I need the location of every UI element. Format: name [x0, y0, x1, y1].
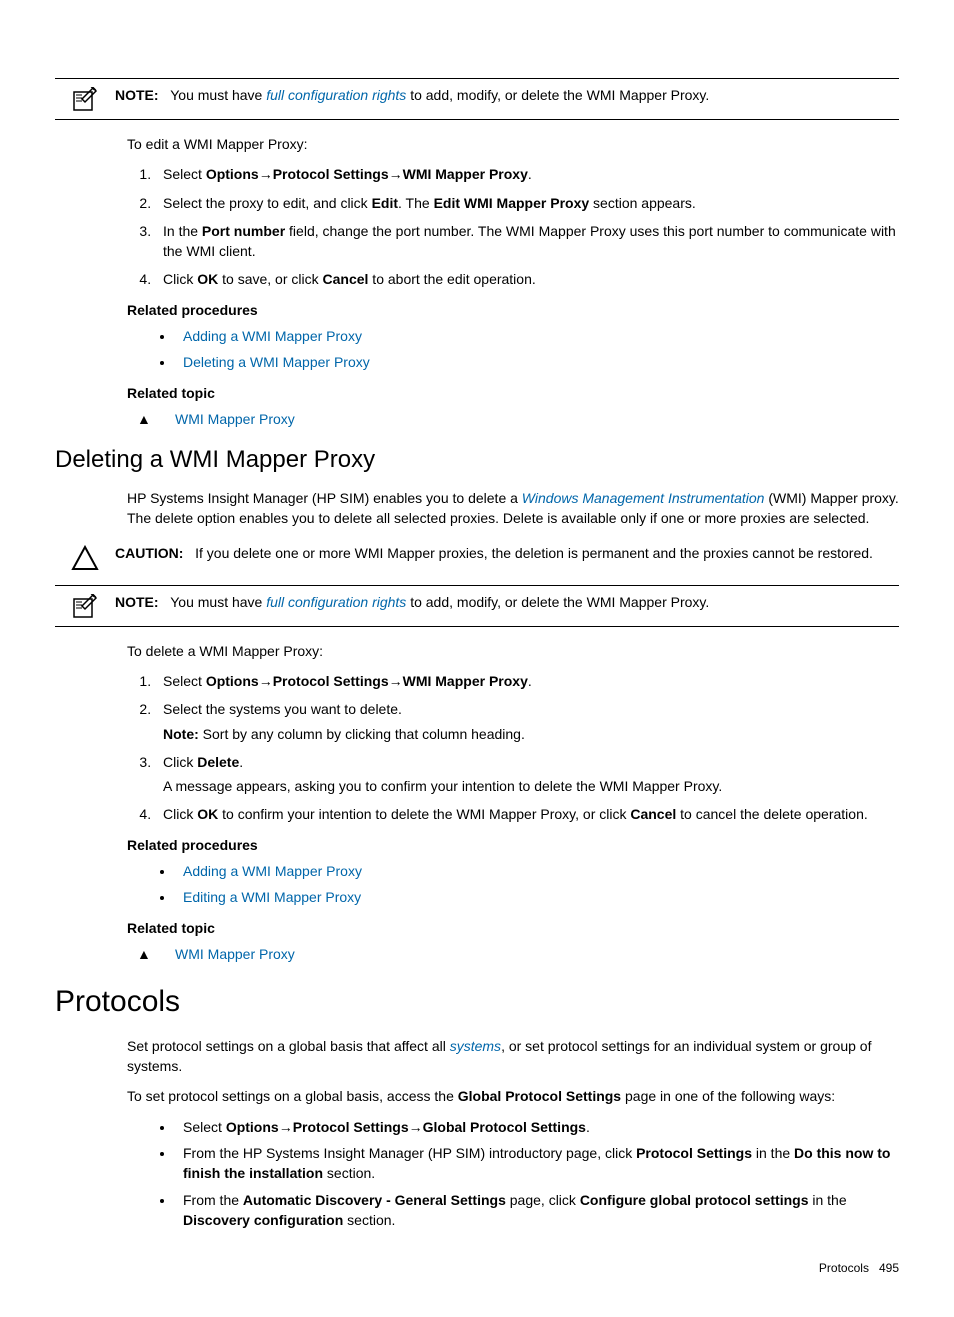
note-text-post: to add, modify, or delete the WMI Mapper… [406, 594, 709, 610]
caution-icon [55, 543, 115, 571]
list-item: Editing a WMI Mapper Proxy [175, 887, 899, 907]
related-topic-list: ▲WMI Mapper Proxy [127, 944, 899, 964]
link-adding-wmi[interactable]: Adding a WMI Mapper Proxy [183, 863, 362, 879]
footer-label: Protocols [819, 1261, 869, 1275]
related-topic-heading: Related topic [127, 383, 899, 403]
caution-block: CAUTION: If you delete one or more WMI M… [55, 543, 899, 571]
heading-protocols: Protocols [55, 980, 899, 1024]
list-item: Adding a WMI Mapper Proxy [175, 861, 899, 881]
list-item: Select Options→Protocol Settings→WMI Map… [155, 671, 899, 691]
delete-confirm-msg: A message appears, asking you to confirm… [163, 776, 899, 796]
related-topic-list: ▲WMI Mapper Proxy [127, 409, 899, 429]
list-item: From the HP Systems Insight Manager (HP … [175, 1143, 899, 1184]
related-procedures-heading: Related procedures [127, 835, 899, 855]
related-procedures-list: Adding a WMI Mapper Proxy Deleting a WMI… [127, 326, 899, 373]
link-systems[interactable]: systems [450, 1038, 501, 1054]
delete-intro-para: HP Systems Insight Manager (HP SIM) enab… [127, 488, 899, 529]
link-editing-wmi[interactable]: Editing a WMI Mapper Proxy [183, 889, 361, 905]
inline-note-label: Note: [163, 726, 199, 742]
list-item: Click Delete. A message appears, asking … [155, 752, 899, 797]
page-footer: Protocols 495 [55, 1260, 899, 1277]
note-icon [55, 85, 115, 113]
delete-intro2: To delete a WMI Mapper Proxy: [127, 641, 899, 661]
note-text-post: to add, modify, or delete the WMI Mapper… [406, 87, 709, 103]
list-item: Select Options→Protocol Settings→Global … [175, 1117, 899, 1137]
caution-text: If you delete one or more WMI Mapper pro… [195, 545, 873, 561]
list-item: Deleting a WMI Mapper Proxy [175, 352, 899, 372]
edit-intro: To edit a WMI Mapper Proxy: [127, 134, 899, 154]
list-item: Select the systems you want to delete. N… [155, 699, 899, 744]
note-text-pre: You must have [170, 87, 266, 103]
note-label: NOTE: [115, 594, 159, 610]
caution-label: CAUTION: [115, 545, 183, 561]
link-wmi-mapper-proxy[interactable]: WMI Mapper Proxy [175, 944, 295, 964]
note-icon [55, 592, 115, 620]
link-wmi-mapper-proxy[interactable]: WMI Mapper Proxy [175, 409, 295, 429]
note-block: NOTE: You must have full configuration r… [55, 78, 899, 120]
protocols-bullet-list: Select Options→Protocol Settings→Global … [127, 1117, 899, 1230]
list-item: Adding a WMI Mapper Proxy [175, 326, 899, 346]
list-item: ▲WMI Mapper Proxy [127, 944, 899, 964]
list-item: Click OK to save, or click Cancel to abo… [155, 269, 899, 289]
related-procedures-heading: Related procedures [127, 300, 899, 320]
list-item: Click OK to confirm your intention to de… [155, 804, 899, 824]
list-item: Select the proxy to edit, and click Edit… [155, 193, 899, 213]
triangle-icon: ▲ [127, 944, 175, 964]
triangle-icon: ▲ [127, 409, 175, 429]
note-text-pre: You must have [170, 594, 266, 610]
inline-note-text: Sort by any column by clicking that colu… [199, 726, 525, 742]
delete-steps-list: Select Options→Protocol Settings→WMI Map… [127, 671, 899, 825]
link-wmi-term[interactable]: Windows Management Instrumentation [522, 490, 765, 506]
heading-deleting-wmi: Deleting a WMI Mapper Proxy [55, 443, 899, 478]
list-item: Select Options→Protocol Settings→WMI Map… [155, 164, 899, 184]
related-procedures-list: Adding a WMI Mapper Proxy Editing a WMI … [127, 861, 899, 908]
note-link[interactable]: full configuration rights [266, 594, 406, 610]
note-block: NOTE: You must have full configuration r… [55, 585, 899, 627]
protocols-para2: To set protocol settings on a global bas… [127, 1086, 899, 1106]
related-topic-heading: Related topic [127, 918, 899, 938]
note-label: NOTE: [115, 87, 159, 103]
note-link[interactable]: full configuration rights [266, 87, 406, 103]
list-item: In the Port number field, change the por… [155, 221, 899, 262]
link-adding-wmi[interactable]: Adding a WMI Mapper Proxy [183, 328, 362, 344]
list-item: From the Automatic Discovery - General S… [175, 1190, 899, 1231]
protocols-para1: Set protocol settings on a global basis … [127, 1036, 899, 1077]
footer-page-number: 495 [879, 1261, 899, 1275]
list-item: ▲WMI Mapper Proxy [127, 409, 899, 429]
edit-steps-list: Select Options→Protocol Settings→WMI Map… [127, 164, 899, 289]
link-deleting-wmi[interactable]: Deleting a WMI Mapper Proxy [183, 354, 370, 370]
